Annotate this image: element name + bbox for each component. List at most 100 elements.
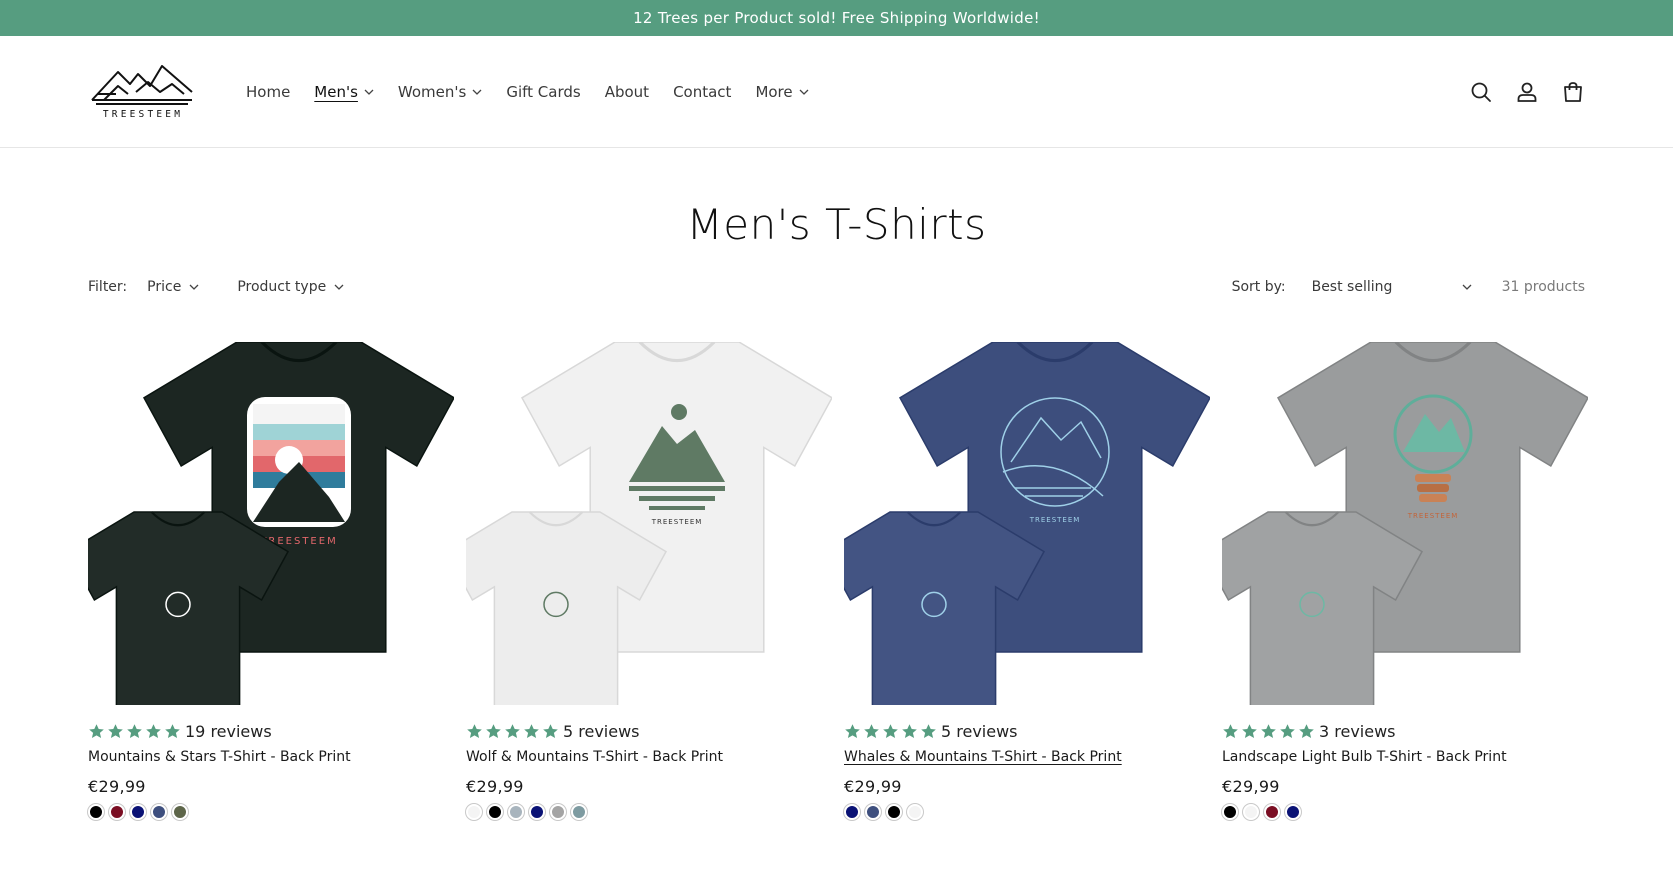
product-rating: 5 reviews bbox=[466, 719, 832, 743]
review-count: 5 reviews bbox=[941, 721, 1018, 741]
product-card[interactable]: TREESTEEM 19 reviews Mountains & Stars T-S… bbox=[88, 342, 454, 820]
product-image[interactable]: TREESTEEM bbox=[466, 342, 832, 705]
star-icon bbox=[921, 723, 936, 738]
search-icon[interactable] bbox=[1469, 80, 1493, 104]
product-price: €29,99 bbox=[88, 777, 146, 796]
color-swatch[interactable] bbox=[466, 804, 482, 820]
nav-item-contact[interactable]: Contact bbox=[661, 77, 743, 107]
product-image[interactable]: TREESTEEM bbox=[844, 342, 1210, 705]
product-name-link[interactable]: Landscape Light Bulb T-Shirt - Back Prin… bbox=[1222, 749, 1588, 769]
color-swatches bbox=[88, 804, 454, 820]
color-swatch[interactable] bbox=[1264, 804, 1280, 820]
nav-item-women-s[interactable]: Women's bbox=[386, 77, 494, 107]
review-count: 5 reviews bbox=[563, 721, 640, 741]
product-type-filter[interactable]: Product type bbox=[237, 279, 344, 295]
star-icon bbox=[1223, 723, 1238, 738]
star-icon bbox=[1242, 723, 1257, 738]
review-count: 3 reviews bbox=[1319, 721, 1396, 741]
price-filter-label: Price bbox=[147, 279, 182, 295]
star-icon bbox=[108, 723, 123, 738]
star-icon bbox=[89, 723, 104, 738]
color-swatch[interactable] bbox=[886, 804, 902, 820]
color-swatch[interactable] bbox=[508, 804, 524, 820]
star-icon bbox=[902, 723, 917, 738]
color-swatches bbox=[466, 804, 832, 820]
product-price: €29,99 bbox=[466, 777, 524, 796]
color-swatch[interactable] bbox=[109, 804, 125, 820]
star-icon bbox=[543, 723, 558, 738]
color-swatch[interactable] bbox=[130, 804, 146, 820]
color-swatches bbox=[1222, 804, 1588, 820]
nav-item-about[interactable]: About bbox=[593, 77, 661, 107]
star-icon bbox=[165, 723, 180, 738]
chevron-down-icon bbox=[189, 284, 199, 290]
star-icon bbox=[127, 723, 142, 738]
color-swatch[interactable] bbox=[172, 804, 188, 820]
sort-select[interactable]: Best selling bbox=[1312, 279, 1472, 295]
product-card[interactable]: TREESTEEM 3 reviews Landscape Light Bulb T… bbox=[1222, 342, 1588, 820]
product-name-link[interactable]: Wolf & Mountains T-Shirt - Back Print bbox=[466, 749, 832, 769]
color-swatch[interactable] bbox=[844, 804, 860, 820]
star-icon bbox=[467, 723, 482, 738]
shirt-print: TREESTEEM bbox=[247, 397, 351, 547]
product-type-filter-label: Product type bbox=[237, 279, 327, 295]
star-icon bbox=[883, 723, 898, 738]
nav-item-men-s[interactable]: Men's bbox=[302, 77, 386, 107]
nav-item-label: Home bbox=[246, 82, 291, 101]
color-swatch[interactable] bbox=[487, 804, 503, 820]
rating-stars bbox=[466, 723, 559, 740]
star-icon bbox=[845, 723, 860, 738]
star-icon bbox=[1280, 723, 1295, 738]
sort-label: Sort by: bbox=[1231, 279, 1286, 295]
star-icon bbox=[1261, 723, 1276, 738]
color-swatch[interactable] bbox=[1243, 804, 1259, 820]
product-image[interactable]: TREESTEEM bbox=[1222, 342, 1588, 705]
main-nav: Home Men's Women's Gift Cards About Contact Mo… bbox=[234, 77, 821, 107]
product-rating: 3 reviews bbox=[1222, 719, 1588, 743]
color-swatch[interactable] bbox=[907, 804, 923, 820]
color-swatch[interactable] bbox=[151, 804, 167, 820]
color-swatch[interactable] bbox=[1222, 804, 1238, 820]
star-icon bbox=[505, 723, 520, 738]
announcement-text: 12 Trees per Product sold! Free Shipping… bbox=[633, 9, 1040, 27]
site-header: TREESTEEM Home Men's Women's Gift Cards Abou… bbox=[0, 36, 1673, 148]
svg-text:TREESTEEM: TREESTEEM bbox=[1407, 512, 1459, 520]
product-rating: 19 reviews bbox=[88, 719, 454, 743]
announcement-bar: 12 Trees per Product sold! Free Shipping… bbox=[0, 0, 1673, 36]
product-name-link[interactable]: Mountains & Stars T-Shirt - Back Print bbox=[88, 749, 454, 769]
header-icons bbox=[1469, 36, 1585, 148]
brand-wordmark: TREESTEEM bbox=[103, 109, 183, 120]
star-icon bbox=[146, 723, 161, 738]
color-swatch[interactable] bbox=[529, 804, 545, 820]
nav-item-home[interactable]: Home bbox=[234, 77, 302, 107]
nav-item-label: More bbox=[755, 82, 793, 101]
color-swatches bbox=[844, 804, 1210, 820]
star-icon bbox=[864, 723, 879, 738]
nav-item-label: Men's bbox=[314, 82, 358, 101]
cart-icon[interactable] bbox=[1561, 80, 1585, 104]
nav-item-gift-cards[interactable]: Gift Cards bbox=[494, 77, 592, 107]
nav-item-more[interactable]: More bbox=[743, 77, 820, 107]
color-swatch[interactable] bbox=[865, 804, 881, 820]
product-card[interactable]: TREESTEEM 5 reviews Whales & Mountains T-S… bbox=[844, 342, 1210, 820]
account-icon[interactable] bbox=[1515, 80, 1539, 104]
chevron-down-icon bbox=[799, 89, 809, 95]
product-price: €29,99 bbox=[1222, 777, 1280, 796]
product-image[interactable]: TREESTEEM bbox=[88, 342, 454, 705]
color-swatch[interactable] bbox=[550, 804, 566, 820]
color-swatch[interactable] bbox=[88, 804, 104, 820]
price-filter[interactable]: Price bbox=[147, 279, 199, 295]
review-count: 19 reviews bbox=[185, 721, 272, 741]
star-icon bbox=[1299, 723, 1314, 738]
svg-text:TREESTEEM: TREESTEEM bbox=[651, 518, 703, 526]
product-name-link[interactable]: Whales & Mountains T-Shirt - Back Print bbox=[844, 749, 1210, 769]
color-swatch[interactable] bbox=[571, 804, 587, 820]
brand-logo[interactable]: TREESTEEM bbox=[88, 62, 198, 122]
star-icon bbox=[486, 723, 501, 738]
filter-label: Filter: bbox=[88, 279, 128, 295]
color-swatch[interactable] bbox=[1285, 804, 1301, 820]
sort-value: Best selling bbox=[1311, 279, 1393, 295]
rating-stars bbox=[1222, 723, 1315, 740]
product-card[interactable]: TREESTEEM 5 reviews Wolf & Mountains T-Shi… bbox=[466, 342, 832, 820]
page-title: Men's T-Shirts bbox=[686, 200, 987, 249]
